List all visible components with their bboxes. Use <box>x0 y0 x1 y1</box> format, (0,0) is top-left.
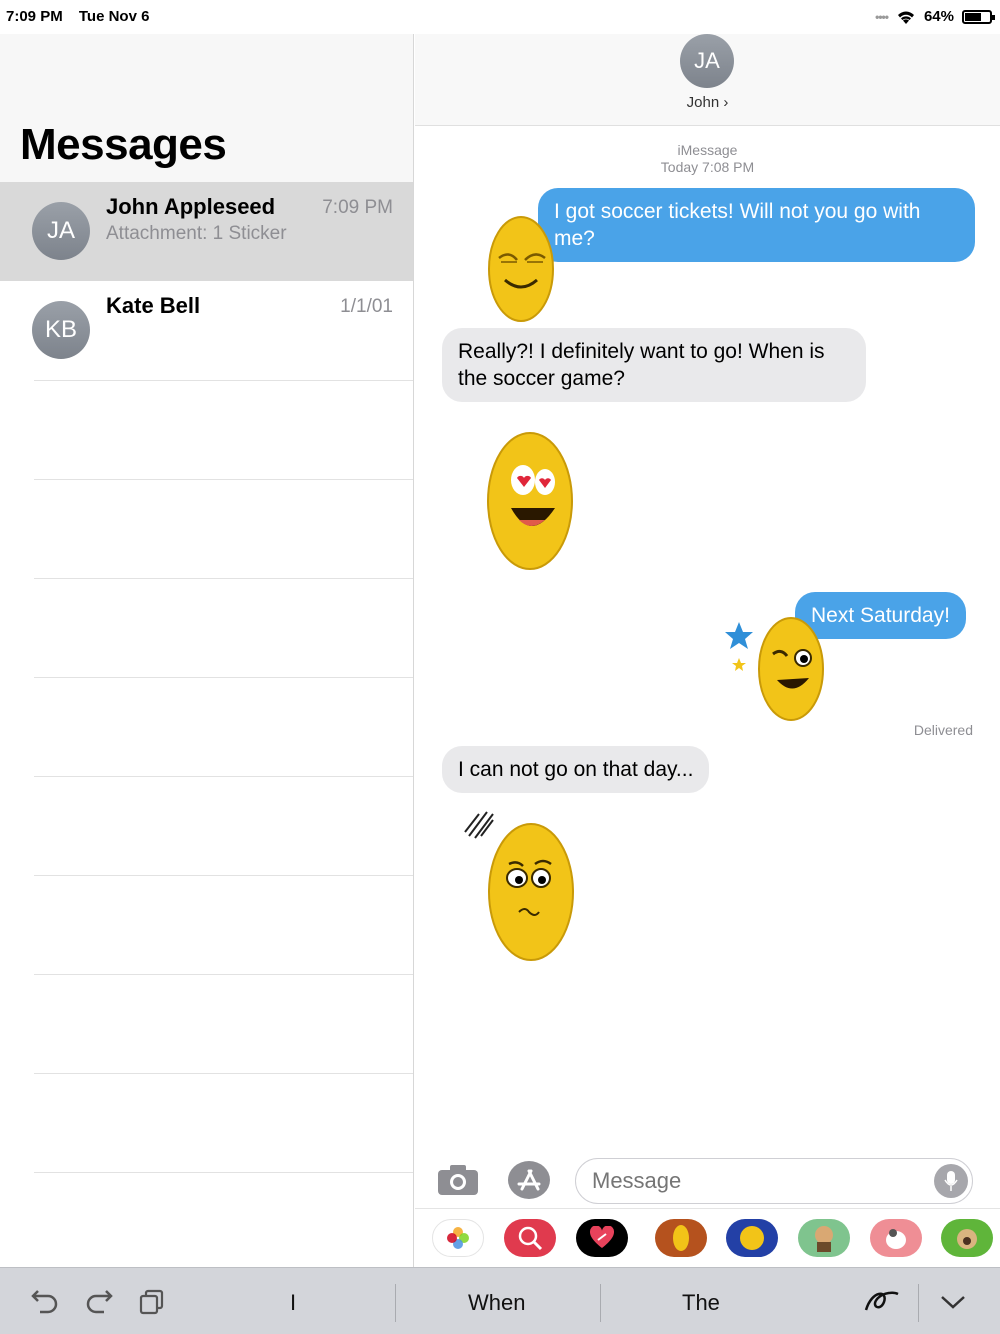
contact-name[interactable]: John › <box>415 94 1000 111</box>
pug-sticker-app-icon[interactable] <box>941 1219 993 1257</box>
bean-sticker-app-icon[interactable] <box>655 1219 707 1257</box>
app-store-icon[interactable] <box>507 1160 551 1200</box>
page-title: Messages <box>20 120 227 169</box>
conversation-list-panel: Messages JA John Appleseed Attachment: 1… <box>0 34 414 1267</box>
status-time: 7:09 PM <box>6 8 63 25</box>
service-label: iMessage <box>677 142 738 158</box>
message-bubble-outgoing[interactable]: I got soccer tickets! Will not you go wi… <box>538 188 975 262</box>
imessage-app-drawer <box>415 1208 1000 1267</box>
message-input[interactable] <box>575 1158 973 1204</box>
message-bubble-incoming[interactable]: Really?! I definitely want to go! When i… <box>442 328 866 402</box>
divider <box>395 1284 396 1322</box>
message-timestamp: Today 7:08 PM <box>660 159 755 175</box>
message-bubble-incoming[interactable]: I can not go on that day... <box>442 746 710 793</box>
conversation-name: John Appleseed <box>106 194 276 219</box>
status-bar: 7:09 PM Tue Nov 6 •••• 64% <box>0 0 1000 34</box>
message-composer <box>415 1156 1000 1206</box>
handwriting-icon[interactable] <box>862 1286 902 1316</box>
conversation-time: 7:09 PM <box>322 197 393 218</box>
empty-row <box>34 875 413 974</box>
conversation-preview: Attachment: 1 Sticker <box>106 223 287 244</box>
sticker-wink-bean-icon[interactable] <box>721 614 831 724</box>
empty-row <box>34 974 413 1073</box>
sticker-heart-eyes-bean-icon[interactable] <box>485 430 575 572</box>
suggestion-1[interactable]: I <box>290 1290 296 1316</box>
contact-avatar[interactable]: JA <box>680 34 734 88</box>
wifi-icon <box>897 11 914 24</box>
battery-icon <box>962 9 995 24</box>
avatar: KB <box>32 301 90 359</box>
status-date: Tue Nov 6 <box>78 8 150 25</box>
delivered-status: Delivered <box>913 722 973 738</box>
sticker-squint-bean-icon[interactable] <box>485 214 557 324</box>
chevron-down-icon[interactable] <box>940 1294 966 1310</box>
redo-icon[interactable] <box>84 1288 114 1314</box>
empty-row <box>34 1073 413 1172</box>
avatar: JA <box>32 202 90 260</box>
signal-dots-icon: •••• <box>875 9 889 24</box>
sticker-worried-bean-icon[interactable] <box>455 800 580 966</box>
camera-icon[interactable] <box>437 1164 479 1196</box>
empty-row <box>34 380 413 479</box>
keyboard-shortcut-bar: I When The <box>0 1267 1000 1334</box>
sidebar-header: Messages <box>0 34 413 182</box>
empty-row <box>34 1172 413 1271</box>
digital-touch-app-icon[interactable] <box>576 1219 628 1257</box>
bean-sticker-app-icon-2[interactable] <box>726 1219 778 1257</box>
divider <box>600 1284 601 1322</box>
suggestion-2[interactable]: When <box>468 1290 525 1316</box>
battery-percent: 64% <box>923 8 954 25</box>
photos-app-icon[interactable] <box>432 1219 484 1257</box>
search-images-app-icon[interactable] <box>504 1219 556 1257</box>
character-sticker-app-icon[interactable] <box>798 1219 850 1257</box>
empty-row <box>34 578 413 677</box>
empty-row <box>34 479 413 578</box>
conversation-name: Kate Bell <box>106 293 201 318</box>
paste-icon[interactable] <box>138 1288 166 1316</box>
conversation-item-john-appleseed[interactable]: JA John Appleseed Attachment: 1 Sticker … <box>0 182 413 281</box>
animal-sticker-app-icon[interactable] <box>870 1219 922 1257</box>
microphone-icon[interactable] <box>934 1164 968 1198</box>
divider <box>918 1284 919 1322</box>
conversation-item-kate-bell[interactable]: KB Kate Bell 1/1/01 <box>0 281 413 380</box>
suggestion-3[interactable]: The <box>682 1290 720 1316</box>
undo-icon[interactable] <box>30 1288 60 1314</box>
conversation-time: 1/1/01 <box>340 296 393 317</box>
empty-row <box>34 776 413 875</box>
empty-row <box>34 677 413 776</box>
chat-header[interactable]: JA John › <box>415 34 1000 126</box>
chat-panel: JA John › iMessage Today 7:08 PM I got s… <box>415 34 1000 1267</box>
